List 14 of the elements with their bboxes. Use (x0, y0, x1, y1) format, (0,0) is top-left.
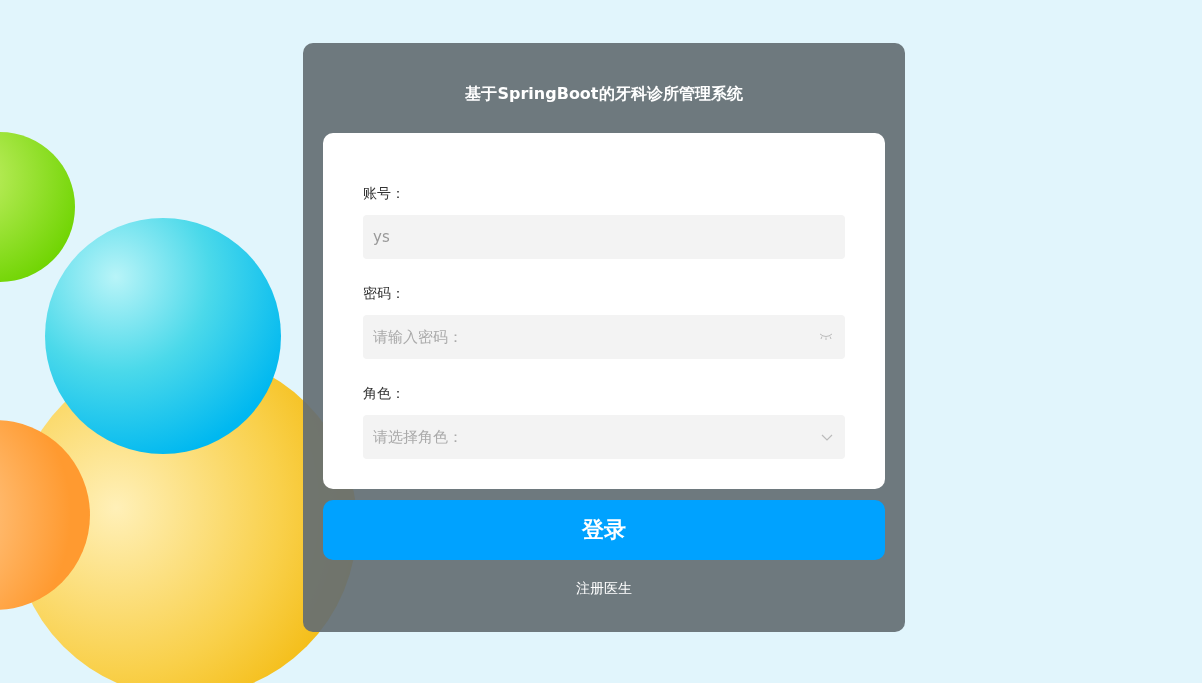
field-label: 密码： (363, 284, 405, 303)
password-field[interactable]: 请输入密码： (363, 315, 845, 359)
closed-eye-icon[interactable] (819, 333, 833, 341)
field-label: 角色： (363, 384, 405, 403)
account-field[interactable]: ys (363, 215, 845, 259)
text-input[interactable]: ys (373, 225, 833, 249)
field-label: 账号： (363, 184, 405, 203)
register-link[interactable]: 注册医生 (576, 578, 632, 598)
text-input[interactable]: 请输入密码： (373, 325, 819, 349)
login-button[interactable]: 登录 (323, 500, 885, 560)
chevron-down-icon[interactable] (821, 433, 833, 441)
role-select[interactable]: 请选择角色： (363, 415, 845, 459)
system-title: 基于SpringBoot的牙科诊所管理系统 (465, 83, 743, 105)
text-input[interactable]: 请选择角色： (373, 425, 821, 449)
